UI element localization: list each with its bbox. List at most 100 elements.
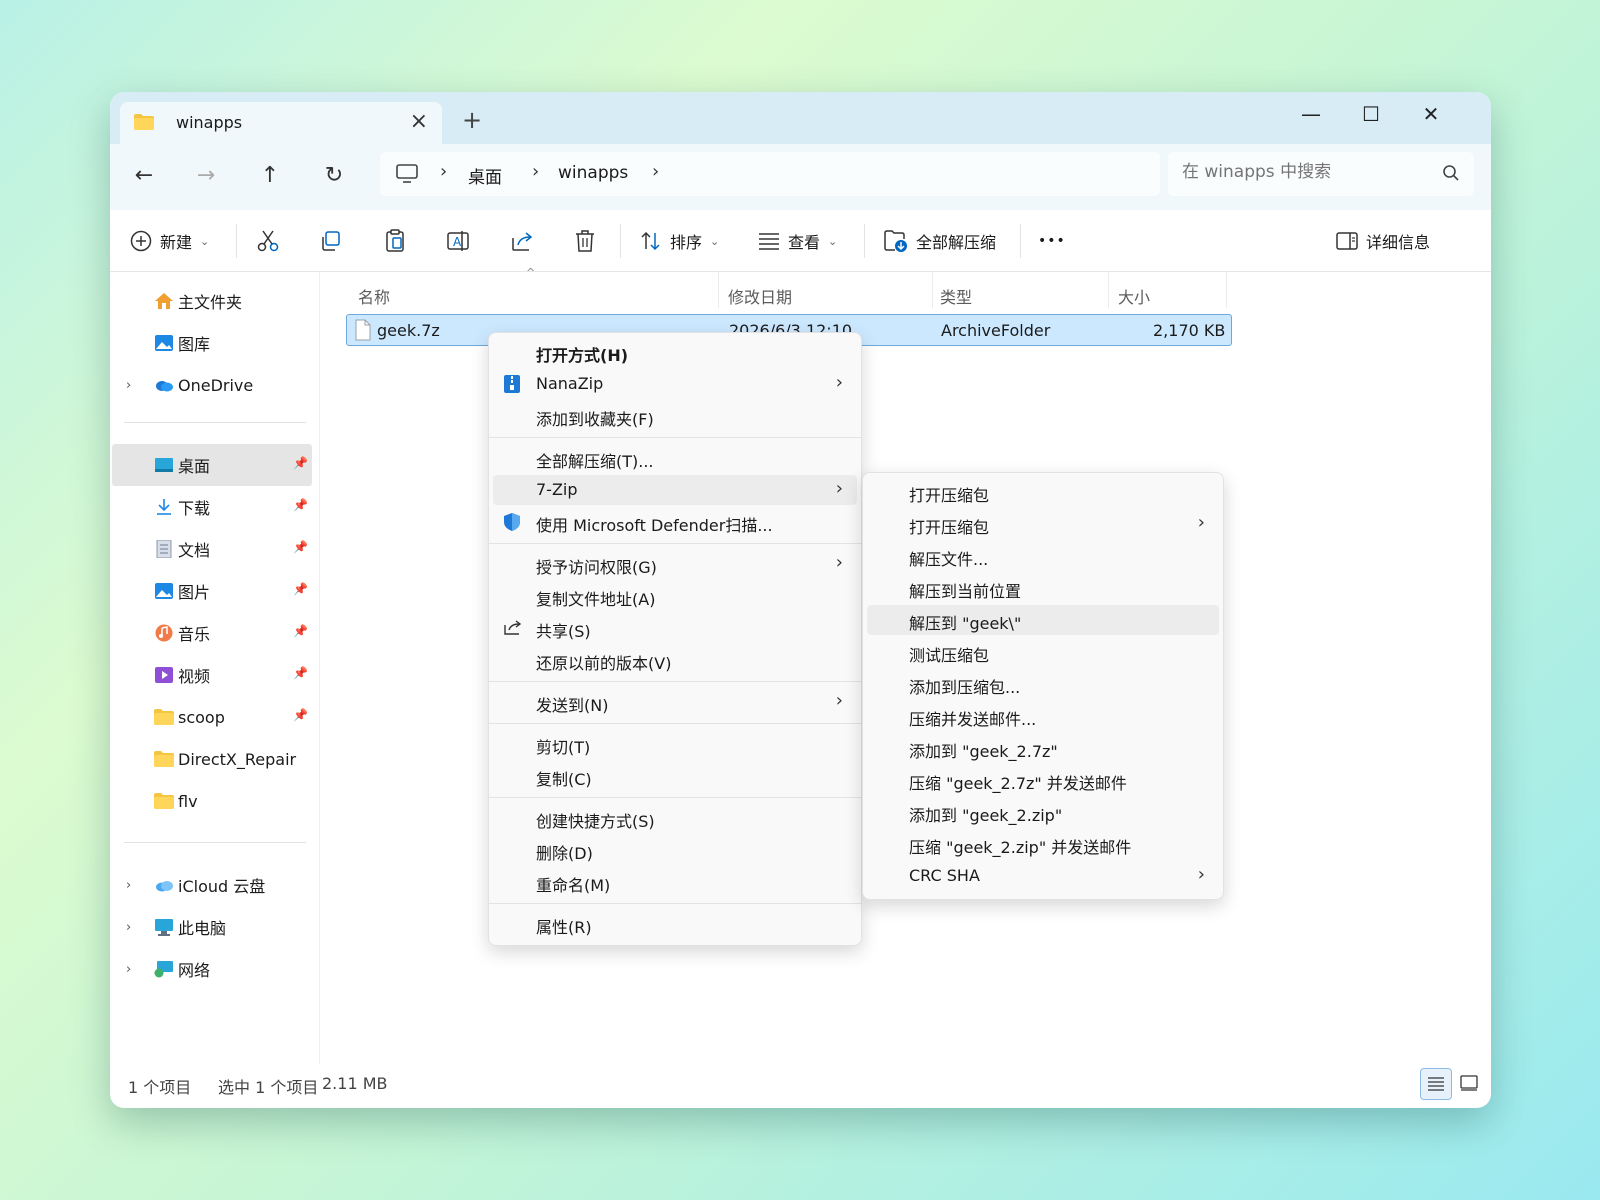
up-button[interactable]: ↑ [252,158,288,194]
pin-icon[interactable]: 📌 [293,540,308,554]
sidebar-item-icloud[interactable]: › iCloud 云盘 [112,864,312,906]
thumbnail-view-button[interactable] [1454,1068,1486,1100]
submenu-item-open-archive-more[interactable]: 打开压缩包 › [867,509,1219,539]
maximize-button[interactable]: ☐ [1341,96,1401,132]
breadcrumb-winapps[interactable]: winapps [558,163,628,183]
menu-item-copy-path[interactable]: 复制文件地址(A) [493,581,857,611]
sidebar-item-desktop[interactable]: 桌面 📌 [112,444,312,486]
paste-button[interactable] [384,224,406,258]
search-input[interactable] [1182,162,1422,182]
forward-button[interactable]: → [188,158,224,194]
sidebar-item-gallery[interactable]: 图库 [112,322,312,364]
column-divider[interactable] [932,272,933,308]
menu-item-grant-access[interactable]: 授予访问权限(G) › [493,549,857,579]
pin-icon[interactable]: 📌 [293,666,308,680]
menu-item-defender-scan[interactable]: 使用 Microsoft Defender扫描... [493,507,857,537]
extract-all-button[interactable]: 全部解压缩 [884,224,996,258]
menu-item-properties[interactable]: 属性(R) [493,909,857,939]
menu-item-share[interactable]: 共享(S) [493,613,857,643]
submenu-item-extract-here[interactable]: 解压到当前位置 [867,573,1219,603]
submenu-item-compress-email[interactable]: 压缩并发送邮件... [867,701,1219,731]
column-divider[interactable] [718,272,719,308]
sidebar-item-scoop[interactable]: scoop 📌 [112,696,312,738]
menu-item-restore-versions[interactable]: 还原以前的版本(V) [493,645,857,675]
chevron-right-icon: › [1197,512,1205,533]
menu-item-copy[interactable]: 复制(C) [493,761,857,791]
column-header-size[interactable]: 大小 [1118,284,1150,308]
pin-icon[interactable]: 📌 [293,498,308,512]
sidebar-item-flv[interactable]: flv [112,780,312,822]
pin-icon[interactable]: 📌 [293,456,308,470]
tab-winapps[interactable]: winapps × [120,102,442,144]
submenu-item-open-archive[interactable]: 打开压缩包 [867,477,1219,507]
new-tab-button[interactable]: + [462,106,482,134]
column-divider[interactable] [1226,272,1227,308]
chevron-right-icon[interactable]: › [126,920,131,935]
sidebar-item-network[interactable]: › 网络 [112,948,312,990]
menu-item-nanazip[interactable]: NanaZip › [493,369,857,399]
chevron-right-icon[interactable]: › [126,878,131,893]
breadcrumb-separator[interactable]: › [532,161,539,182]
close-button[interactable]: ✕ [1401,96,1461,132]
breadcrumb-separator[interactable]: › [440,161,447,182]
computer-icon[interactable] [396,164,418,184]
sidebar-item-this-pc[interactable]: › 此电脑 [112,906,312,948]
sidebar-item-pictures[interactable]: 图片 📌 [112,570,312,612]
menu-item-open-with[interactable]: 打开方式(H) [493,337,857,367]
submenu-item-extract-files[interactable]: 解压文件... [867,541,1219,571]
more-options-button[interactable]: ••• [1038,224,1066,258]
pin-icon[interactable]: 📌 [293,624,308,638]
back-button[interactable]: ← [126,158,162,194]
menu-item-extract-all[interactable]: 全部解压缩(T)... [493,443,857,473]
tab-close-icon[interactable]: × [410,109,428,134]
pin-icon[interactable]: 📌 [293,582,308,596]
details-pane-button[interactable]: 详细信息 [1336,224,1430,258]
menu-item-send-to[interactable]: 发送到(N) › [493,687,857,717]
delete-button[interactable] [574,224,596,258]
menu-item-7zip[interactable]: 7-Zip › [493,475,857,505]
refresh-button[interactable]: ↻ [316,158,352,194]
submenu-item-test-archive[interactable]: 测试压缩包 [867,637,1219,667]
sort-button[interactable]: 排序 ⌄ [640,224,719,258]
submenu-item-extract-to-folder[interactable]: 解压到 "geek\" [867,605,1219,635]
sidebar-item-directx-repair[interactable]: DirectX_Repair [112,738,312,780]
sidebar-item-videos[interactable]: 视频 📌 [112,654,312,696]
submenu-item-compress-7z-email[interactable]: 压缩 "geek_2.7z" 并发送邮件 [867,765,1219,795]
breadcrumb-desktop[interactable]: 桌面 [468,163,502,188]
details-view-button[interactable] [1420,1068,1452,1100]
column-header-date[interactable]: 修改日期 [728,284,792,308]
menu-item-rename[interactable]: 重命名(M) [493,867,857,897]
address-bar[interactable]: › 桌面 › winapps › [380,152,1160,196]
column-header-type[interactable]: 类型 [940,284,972,308]
pin-icon[interactable]: 📌 [293,708,308,722]
search-box[interactable] [1168,152,1474,196]
minimize-button[interactable]: — [1281,96,1341,132]
submenu-item-add-zip[interactable]: 添加到 "geek_2.zip" [867,797,1219,827]
column-header-name[interactable]: 名称 [358,284,390,308]
breadcrumb-separator[interactable]: › [652,161,659,182]
rename-button[interactable]: A [446,224,470,258]
submenu-item-compress-zip-email[interactable]: 压缩 "geek_2.zip" 并发送邮件 [867,829,1219,859]
submenu-item-crc-sha[interactable]: CRC SHA › [867,861,1219,891]
sidebar-item-onedrive[interactable]: › OneDrive [112,364,312,406]
new-button[interactable]: 新建 ⌄ [130,224,209,258]
command-bar: 新建 ⌄ A 排序 ⌄ 查看 ⌄ 全部解压缩 ••• 详细信息 [110,210,1491,272]
menu-item-cut[interactable]: 剪切(T) [493,729,857,759]
menu-item-delete[interactable]: 删除(D) [493,835,857,865]
chevron-right-icon[interactable]: › [126,962,131,977]
submenu-item-add-7z[interactable]: 添加到 "geek_2.7z" [867,733,1219,763]
sidebar-item-downloads[interactable]: 下载 📌 [112,486,312,528]
chevron-right-icon[interactable]: › [126,378,131,393]
menu-item-create-shortcut[interactable]: 创建快捷方式(S) [493,803,857,833]
submenu-item-add-to-archive[interactable]: 添加到压缩包... [867,669,1219,699]
search-icon[interactable] [1442,164,1460,182]
sidebar-item-music[interactable]: 音乐 📌 [112,612,312,654]
menu-item-add-favorites[interactable]: 添加到收藏夹(F) [493,401,857,431]
sidebar-item-documents[interactable]: 文档 📌 [112,528,312,570]
copy-button[interactable] [320,224,342,258]
share-button[interactable] [510,224,534,258]
sidebar-item-home[interactable]: 主文件夹 [112,280,312,322]
cut-button[interactable] [256,224,280,258]
column-divider[interactable] [1108,272,1109,308]
view-button[interactable]: 查看 ⌄ [758,224,837,258]
